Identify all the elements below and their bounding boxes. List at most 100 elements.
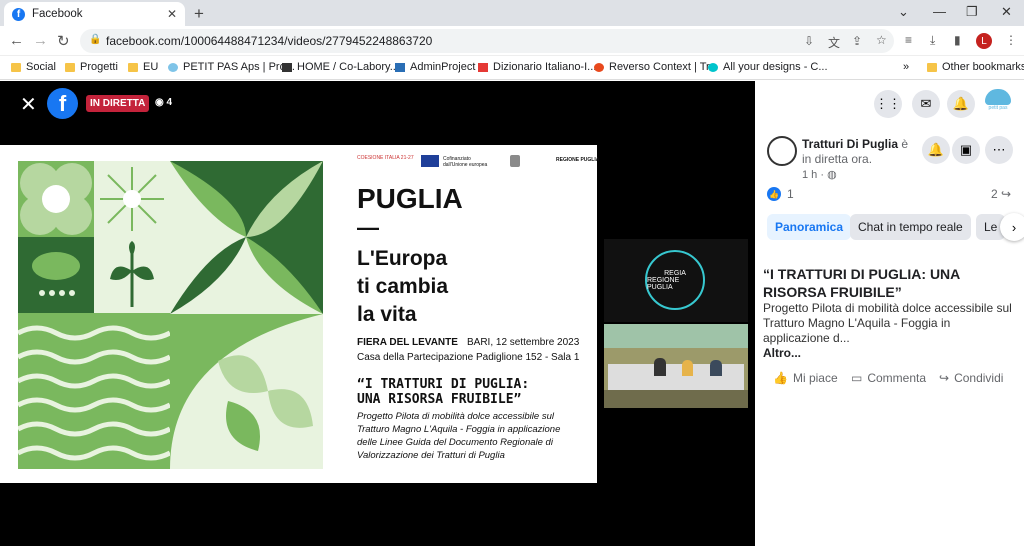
address-bar[interactable]: 🔒 facebook.com/100064488471234/videos/27…	[80, 29, 894, 53]
speaker-figure	[710, 360, 722, 376]
bookmark-eu[interactable]: EU	[128, 61, 158, 73]
slide-subtitle-line: la vita	[357, 303, 417, 326]
eu-cofinanced-text: Cofinanziato dall'Unione europea	[443, 156, 488, 168]
reload-icon[interactable]: ↻	[57, 32, 70, 50]
folder-icon	[927, 62, 937, 72]
bookmark-canva[interactable]: All your designs - C...	[708, 61, 828, 73]
bookmark-petit-pas[interactable]: PETIT PAS Aps | Pro...	[168, 61, 295, 73]
user-account-logo[interactable]: petit pas	[983, 89, 1013, 119]
install-icon[interactable]: ⇩	[804, 34, 814, 48]
italy-emblem-icon	[510, 155, 520, 167]
eye-icon: ◉	[155, 97, 167, 108]
tab-title: Facebook	[32, 8, 83, 20]
slide-description: Tratturo Magno L'Aquila - Foggia in appl…	[357, 424, 561, 435]
wr-icon	[478, 62, 488, 72]
tab-search-icon[interactable]: ⌄	[898, 4, 909, 20]
lock-icon: 🔒	[89, 34, 102, 45]
restore-icon[interactable]: ❐	[966, 4, 978, 20]
browser-toolbar: ← → ↻ 🔒 facebook.com/100064488471234/vid…	[0, 26, 1024, 56]
post-header: Tratturi Di Puglia è in diretta ora.	[802, 137, 914, 167]
regione-puglia-logo: REGIONE PUGLIA	[556, 157, 600, 163]
camera-feed	[604, 324, 748, 408]
ap-icon	[395, 62, 405, 72]
profile-avatar[interactable]: L	[976, 33, 992, 49]
bookmark-other[interactable]: Other bookmarks	[927, 61, 1024, 73]
close-tab-icon[interactable]: ✕	[167, 7, 177, 21]
side-panel-icon[interactable]: ▮	[954, 33, 961, 47]
like-button[interactable]: 👍 Mi piace	[773, 371, 838, 385]
comment-button[interactable]: ▭ Commenta	[851, 371, 926, 385]
post-body: Progetto Pilota di mobilità dolce access…	[763, 301, 1012, 345]
bookmark-social[interactable]: Social	[11, 61, 56, 73]
bookmark-co-labory[interactable]: HOME / Co-Labory...	[282, 61, 399, 73]
conference-table	[608, 364, 744, 390]
share-arrow-icon: ↪	[1001, 187, 1012, 201]
notifications-icon[interactable]: 🔔	[947, 90, 975, 118]
more-options-icon[interactable]: ⋯	[985, 136, 1013, 164]
share-icon: ↪	[939, 371, 950, 385]
globe-icon: ◍	[827, 169, 837, 181]
bookmark-reverso[interactable]: Reverso Context | Tr...	[594, 61, 718, 73]
page-avatar[interactable]	[767, 136, 797, 166]
presentation-slide: COESIONE ITALIA 21-27 Cofinanziato dall'…	[0, 145, 600, 483]
comment-icon: ▭	[851, 371, 863, 385]
viewer-count: ◉ 4	[155, 97, 173, 108]
slide-description: Valorizzazione dei Tratturi di Puglia	[357, 450, 505, 461]
slide-date: BARI, 12 settembre 2023	[467, 337, 580, 348]
video-player[interactable]: ✕ f IN DIRETTA ◉ 4 COESIONE ITALIA 21-27…	[0, 81, 755, 546]
post-side-panel: ⋮⋮ ✉ 🔔 petit pas Tratturi Di Puglia è in…	[755, 81, 1024, 546]
reading-list-icon[interactable]: ≡	[905, 33, 912, 47]
slide-event-title: UNA RISORSA FRUIBILE”	[357, 392, 522, 407]
back-icon[interactable]: ←	[9, 32, 24, 49]
translate-icon[interactable]: 文	[828, 34, 840, 51]
save-icon[interactable]: ▣	[952, 136, 980, 164]
bookmark-dizionario[interactable]: Dizionario Italiano-I...	[478, 61, 596, 73]
people-icon	[282, 62, 292, 72]
bookmarks-overflow[interactable]: »	[903, 61, 909, 73]
bookmark-progetti[interactable]: Progetti	[65, 61, 118, 73]
folder-icon	[11, 62, 21, 72]
url-text: facebook.com/100064488471234/videos/2779…	[106, 34, 433, 48]
close-window-icon[interactable]: ✕	[1001, 4, 1012, 20]
browser-tab[interactable]: f Facebook ✕	[4, 2, 185, 26]
menu-icon[interactable]: ⋮	[1005, 33, 1017, 47]
chevron-right-icon[interactable]: ›	[1000, 213, 1024, 241]
close-video-icon[interactable]: ✕	[20, 92, 37, 117]
speaker-figure	[682, 360, 693, 376]
facebook-favicon-icon: f	[12, 7, 25, 21]
tab-chat-live[interactable]: Chat in tempo reale	[850, 214, 971, 240]
tab-strip: f Facebook ✕ + ⌄ — ❐ ✕	[0, 0, 1024, 26]
messenger-icon[interactable]: ✉	[912, 90, 940, 118]
regia-text: REGIONE PUGLIA	[647, 276, 680, 291]
share-icon[interactable]: ⇪	[852, 34, 862, 48]
bookmark-star-icon[interactable]: ☆	[876, 33, 887, 47]
slide-title: PUGLIA	[357, 183, 463, 214]
slide-subtitle-line: L'Europa	[357, 247, 448, 270]
downloads-icon[interactable]: ⤓	[930, 33, 935, 48]
slide-description: delle Linee Guida del Documento Regional…	[357, 437, 553, 448]
facebook-logo-icon[interactable]: f	[47, 88, 78, 119]
page-name-link[interactable]: Tratturi Di Puglia	[802, 137, 898, 151]
apps-menu-icon[interactable]: ⋮⋮	[874, 90, 902, 118]
slide-event-title: “I TRATTURI DI PUGLIA:	[357, 377, 530, 392]
reverso-icon	[594, 62, 604, 72]
slide-subtitle-line: ti cambia	[357, 275, 449, 298]
post-time: 1 h · ◍	[802, 169, 837, 181]
reactions-summary[interactable]: 👍 1	[767, 187, 794, 201]
bookmark-adminproject[interactable]: AdminProject	[395, 61, 475, 73]
regia-circle: REGIA REGIONE PUGLIA	[645, 250, 705, 310]
turtle-icon	[168, 62, 178, 72]
share-button[interactable]: ↪ Condividi	[939, 371, 1003, 385]
turtle-icon	[985, 89, 1011, 105]
bell-icon[interactable]: 🔔	[922, 136, 950, 164]
folder-icon	[128, 62, 138, 72]
slide-room: Padiglione 152 - Sala 1	[476, 352, 580, 363]
slide-description: Progetto Pilota di mobilità dolce access…	[357, 411, 554, 422]
minimize-icon[interactable]: —	[933, 4, 946, 19]
new-tab-button[interactable]: +	[194, 4, 204, 24]
see-more-link[interactable]: Altro...	[763, 346, 801, 360]
tab-panoramica[interactable]: Panoramica	[767, 214, 852, 240]
forward-icon[interactable]: →	[33, 32, 48, 49]
share-count[interactable]: 2 ↪	[991, 187, 1011, 201]
live-badge: IN DIRETTA	[86, 95, 150, 112]
